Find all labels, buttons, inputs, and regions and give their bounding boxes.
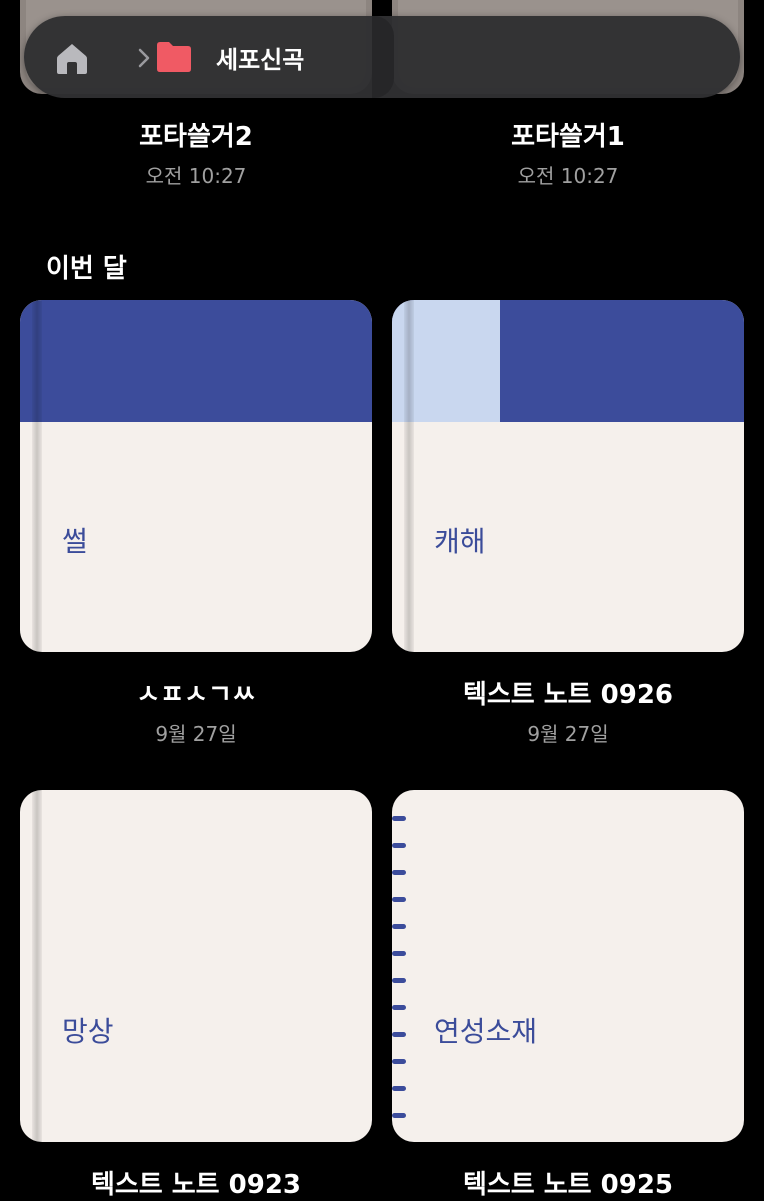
note-title: 텍스트 노트 0923 [90, 1170, 302, 1200]
spiral-ring [392, 1086, 406, 1091]
note-cover-text: 썰 [62, 525, 88, 558]
spiral-ring [392, 1059, 406, 1064]
folder-icon[interactable] [154, 40, 194, 74]
note-date: 9월 27일 [527, 722, 609, 746]
breadcrumb: 세포신곡 [24, 16, 740, 98]
spiral-ring [392, 978, 406, 983]
spiral-ring [392, 1005, 406, 1010]
breadcrumb-folder-label[interactable]: 세포신곡 [216, 40, 304, 75]
note-cover-text: 캐해 [434, 525, 486, 558]
note-card[interactable]: 캐해 [392, 300, 744, 652]
spiral-ring [392, 897, 406, 902]
spiral-ring [392, 816, 406, 821]
spiral-ring [392, 951, 406, 956]
note-date: 오전 10:27 [517, 164, 619, 188]
spiral-ring [392, 1032, 406, 1037]
note-cover-text: 망상 [62, 1015, 114, 1048]
note-card[interactable]: 망상 [20, 790, 372, 1142]
chevron-right-icon [138, 48, 150, 68]
note-card[interactable]: 연성소재 [392, 790, 744, 1142]
note-title: 포타쓸거1 [511, 122, 625, 152]
spiral-ring [392, 843, 406, 848]
note-title: 텍스트 노트 0925 [462, 1170, 674, 1200]
home-icon[interactable] [54, 40, 90, 76]
section-header: 이번 달 [46, 254, 127, 284]
spiral-ring [392, 924, 406, 929]
note-date: 오전 10:27 [145, 164, 247, 188]
note-title: ㅅㅍㅅㄱㅆ [136, 680, 256, 710]
note-date: 9월 27일 [155, 722, 237, 746]
note-cover-text: 연성소재 [434, 1015, 538, 1048]
note-card[interactable]: 썰 [20, 300, 372, 652]
spiral-ring [392, 870, 406, 875]
spiral-ring [392, 1113, 406, 1118]
note-title: 포타쓸거2 [139, 122, 253, 152]
note-title: 텍스트 노트 0926 [462, 680, 674, 710]
